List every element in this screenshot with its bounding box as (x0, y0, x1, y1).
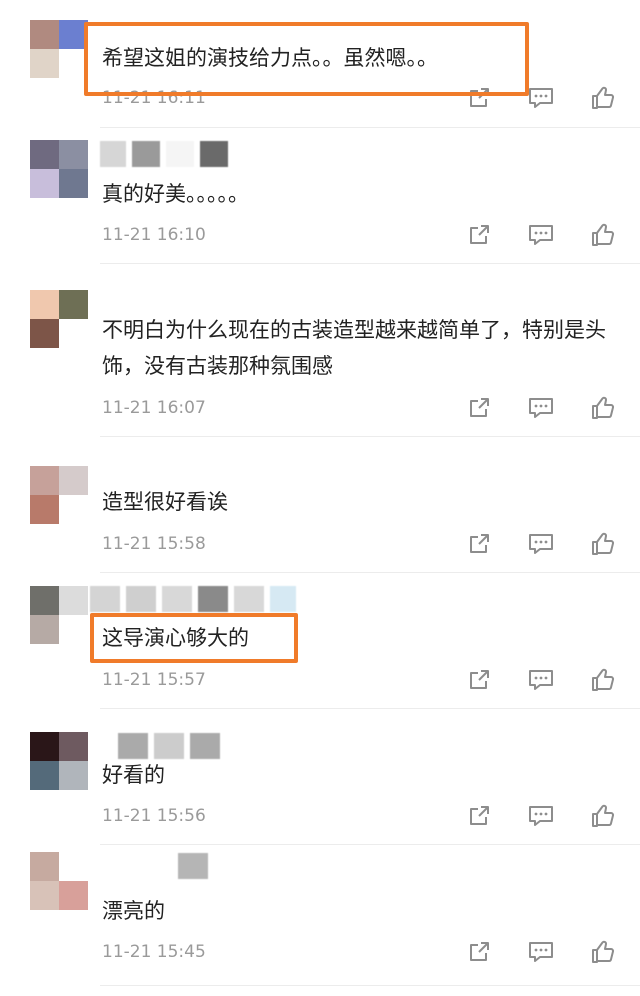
divider (100, 985, 640, 986)
highlight-box (90, 613, 298, 663)
comment-icon (528, 86, 554, 110)
thumbs-up-icon (590, 667, 616, 693)
comment-timestamp: 11-21 15:58 (102, 534, 206, 554)
username-blurred[interactable] (100, 141, 228, 167)
reply-button[interactable] (526, 939, 556, 965)
avatar[interactable] (30, 852, 88, 910)
highlight-box (84, 22, 529, 96)
comment-actions (464, 939, 618, 965)
avatar[interactable] (30, 20, 88, 78)
thumbs-up-icon (590, 395, 616, 421)
comment-timestamp: 11-21 16:07 (102, 398, 206, 418)
reply-button[interactable] (526, 531, 556, 557)
thumbs-up-icon (590, 939, 616, 965)
share-icon (467, 668, 491, 692)
divider (100, 572, 640, 573)
like-button[interactable] (588, 803, 618, 829)
avatar[interactable] (30, 466, 88, 524)
comment-actions (464, 803, 618, 829)
reply-button[interactable] (526, 85, 556, 111)
share-button[interactable] (464, 803, 494, 829)
comment-actions (464, 222, 618, 248)
comment-actions (464, 395, 618, 421)
thumbs-up-icon (590, 85, 616, 111)
reply-button[interactable] (526, 803, 556, 829)
comment-text: 不明白为什么现在的古装造型越来越简单了，特别是头饰，没有古装那种氛围感 (102, 318, 606, 378)
comment-text: 好看的 (102, 763, 165, 787)
comment-timestamp: 11-21 15:57 (102, 670, 206, 690)
avatar[interactable] (30, 586, 88, 644)
like-button[interactable] (588, 939, 618, 965)
like-button[interactable] (588, 395, 618, 421)
comment-timestamp: 11-21 15:56 (102, 806, 206, 826)
reply-button[interactable] (526, 667, 556, 693)
comment-icon (528, 804, 554, 828)
comment-text: 造型很好看诶 (102, 490, 228, 514)
avatar[interactable] (30, 290, 88, 348)
share-icon (467, 804, 491, 828)
share-button[interactable] (464, 395, 494, 421)
comment-text: 漂亮的 (102, 899, 165, 923)
comment-icon (528, 396, 554, 420)
thumbs-up-icon (590, 531, 616, 557)
share-icon (467, 940, 491, 964)
share-button[interactable] (464, 939, 494, 965)
like-button[interactable] (588, 222, 618, 248)
comment-actions (464, 531, 618, 557)
avatar[interactable] (30, 732, 88, 790)
comment-icon (528, 668, 554, 692)
divider (100, 127, 640, 128)
like-button[interactable] (588, 531, 618, 557)
share-icon (467, 223, 491, 247)
thumbs-up-icon (590, 803, 616, 829)
comment-icon (528, 940, 554, 964)
username-blurred[interactable] (118, 733, 220, 759)
comment-actions (464, 667, 618, 693)
avatar[interactable] (30, 140, 88, 198)
share-icon (467, 532, 491, 556)
comment-text: 真的好美。。。。。 (102, 182, 249, 206)
comment-timestamp: 11-21 15:45 (102, 942, 206, 962)
comment-icon (528, 532, 554, 556)
share-icon (467, 396, 491, 420)
share-button[interactable] (464, 222, 494, 248)
reply-button[interactable] (526, 395, 556, 421)
share-button[interactable] (464, 667, 494, 693)
username-blurred[interactable] (178, 853, 208, 879)
like-button[interactable] (588, 667, 618, 693)
divider (100, 844, 640, 845)
divider (100, 263, 640, 264)
share-button[interactable] (464, 531, 494, 557)
username-blurred[interactable] (90, 586, 296, 612)
divider (100, 436, 640, 437)
like-button[interactable] (588, 85, 618, 111)
comment-timestamp: 11-21 16:10 (102, 225, 206, 245)
comment-icon (528, 223, 554, 247)
divider (100, 708, 640, 709)
reply-button[interactable] (526, 222, 556, 248)
thumbs-up-icon (590, 222, 616, 248)
